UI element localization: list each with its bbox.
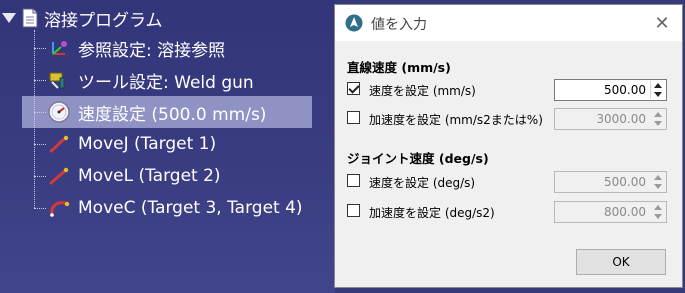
joint-accel-row: 加速度を設定 (deg/s2) 800.00 <box>347 201 672 223</box>
tree-connector <box>34 144 46 145</box>
arrow-down-icon <box>654 121 662 126</box>
dialog-title: 値を入力 <box>371 17 427 33</box>
tree-item-tool[interactable]: ツール設定: Weld gun <box>46 64 254 96</box>
tool-icon <box>46 67 72 93</box>
tree-connector <box>34 48 46 49</box>
tree-root-label: 溶接プログラム <box>44 10 163 31</box>
linear-speed-input[interactable]: 500.00 <box>554 79 667 101</box>
arrow-down-icon <box>654 214 662 219</box>
joint-accel-value: 800.00 <box>604 205 646 219</box>
joint-speed-value: 500.00 <box>604 175 646 189</box>
arrow-down-icon <box>654 92 662 97</box>
movec-icon <box>46 195 72 221</box>
joint-speed-label: 速度を設定 (deg/s) <box>369 176 476 190</box>
tree-connector <box>34 80 46 81</box>
tree-connector <box>34 112 46 113</box>
linear-speed-spinner <box>650 81 665 99</box>
spin-down-button[interactable] <box>651 90 665 99</box>
arrow-up-icon <box>654 205 662 210</box>
reference-frame-icon <box>46 35 72 61</box>
tree-item-movec[interactable]: MoveC (Target 3, Target 4) <box>46 192 303 224</box>
joint-accel-checkbox[interactable] <box>347 204 360 217</box>
joint-accel-spinner <box>651 203 665 221</box>
arrow-up-icon <box>654 175 662 180</box>
tree-item-label: 速度設定 (500.0 mm/s) <box>78 104 267 125</box>
tree-connector <box>34 208 46 209</box>
arrow-up-icon <box>654 112 662 117</box>
program-document-icon <box>22 8 38 28</box>
joint-speed-heading: ジョイント速度 (deg/s) <box>347 151 489 166</box>
arrow-down-icon <box>654 184 662 189</box>
tree-item-reference[interactable]: 参照設定: 溶接参照 <box>46 32 225 64</box>
linear-accel-spinner <box>651 110 665 128</box>
movel-icon <box>46 163 72 189</box>
spin-up-button[interactable] <box>651 173 665 182</box>
tree-root-program[interactable]: 溶接プログラム <box>2 2 163 34</box>
app-logo-icon <box>345 14 363 32</box>
linear-speed-checkbox[interactable] <box>347 82 360 95</box>
linear-accel-checkbox[interactable] <box>347 111 360 124</box>
ok-button[interactable]: OK <box>576 249 666 275</box>
tree-item-label: 参照設定: 溶接参照 <box>78 40 226 61</box>
spin-down-button[interactable] <box>651 119 665 128</box>
joint-accel-input[interactable]: 800.00 <box>554 201 667 223</box>
tree-item-label: ツール設定: Weld gun <box>78 72 254 93</box>
linear-speed-label: 速度を設定 (mm/s) <box>369 84 476 98</box>
arrow-up-icon <box>654 83 662 88</box>
spin-down-button[interactable] <box>651 182 665 191</box>
tree-item-movej[interactable]: MoveJ (Target 1) <box>46 128 216 160</box>
linear-speed-value: 500.00 <box>604 83 646 97</box>
tree-item-label: MoveC (Target 3, Target 4) <box>78 198 303 218</box>
program-tree: 溶接プログラム 参照設定: 溶接参照 ツール設定: Weld gun 速度設定 … <box>0 0 335 293</box>
tree-connector <box>34 176 46 177</box>
tree-item-movel[interactable]: MoveL (Target 2) <box>46 160 221 192</box>
joint-speed-checkbox[interactable] <box>347 174 360 187</box>
tree-item-speed[interactable]: 速度設定 (500.0 mm/s) <box>46 96 266 128</box>
tree-connector <box>34 30 35 208</box>
close-button[interactable]: ✕ <box>650 11 674 35</box>
input-dialog: 値を入力 ✕ 直線速度 (mm/s) 速度を設定 (mm/s) 500.00 加… <box>334 4 683 288</box>
linear-speed-row: 速度を設定 (mm/s) 500.00 <box>347 79 672 101</box>
joint-speed-spinner <box>651 173 665 191</box>
linear-accel-input[interactable]: 3000.00 <box>554 108 667 130</box>
joint-accel-label: 加速度を設定 (deg/s2) <box>369 206 495 220</box>
spin-down-button[interactable] <box>651 212 665 221</box>
spin-up-button[interactable] <box>651 203 665 212</box>
dialog-titlebar[interactable]: 値を入力 ✕ <box>335 5 682 41</box>
linear-accel-value: 3000.00 <box>596 112 646 126</box>
spin-up-button[interactable] <box>651 81 665 90</box>
tree-item-label: MoveL (Target 2) <box>78 166 221 186</box>
speed-gauge-icon <box>46 99 72 125</box>
linear-accel-row: 加速度を設定 (mm/s2または%) 3000.00 <box>347 108 672 130</box>
joint-speed-input[interactable]: 500.00 <box>554 171 667 193</box>
joint-speed-row: 速度を設定 (deg/s) 500.00 <box>347 171 672 193</box>
collapse-arrow-icon[interactable] <box>2 13 16 23</box>
spin-up-button[interactable] <box>651 110 665 119</box>
movej-icon <box>46 131 72 157</box>
tree-item-label: MoveJ (Target 1) <box>78 134 217 154</box>
linear-accel-label: 加速度を設定 (mm/s2または%) <box>369 113 543 127</box>
linear-speed-heading: 直線速度 (mm/s) <box>347 60 451 75</box>
